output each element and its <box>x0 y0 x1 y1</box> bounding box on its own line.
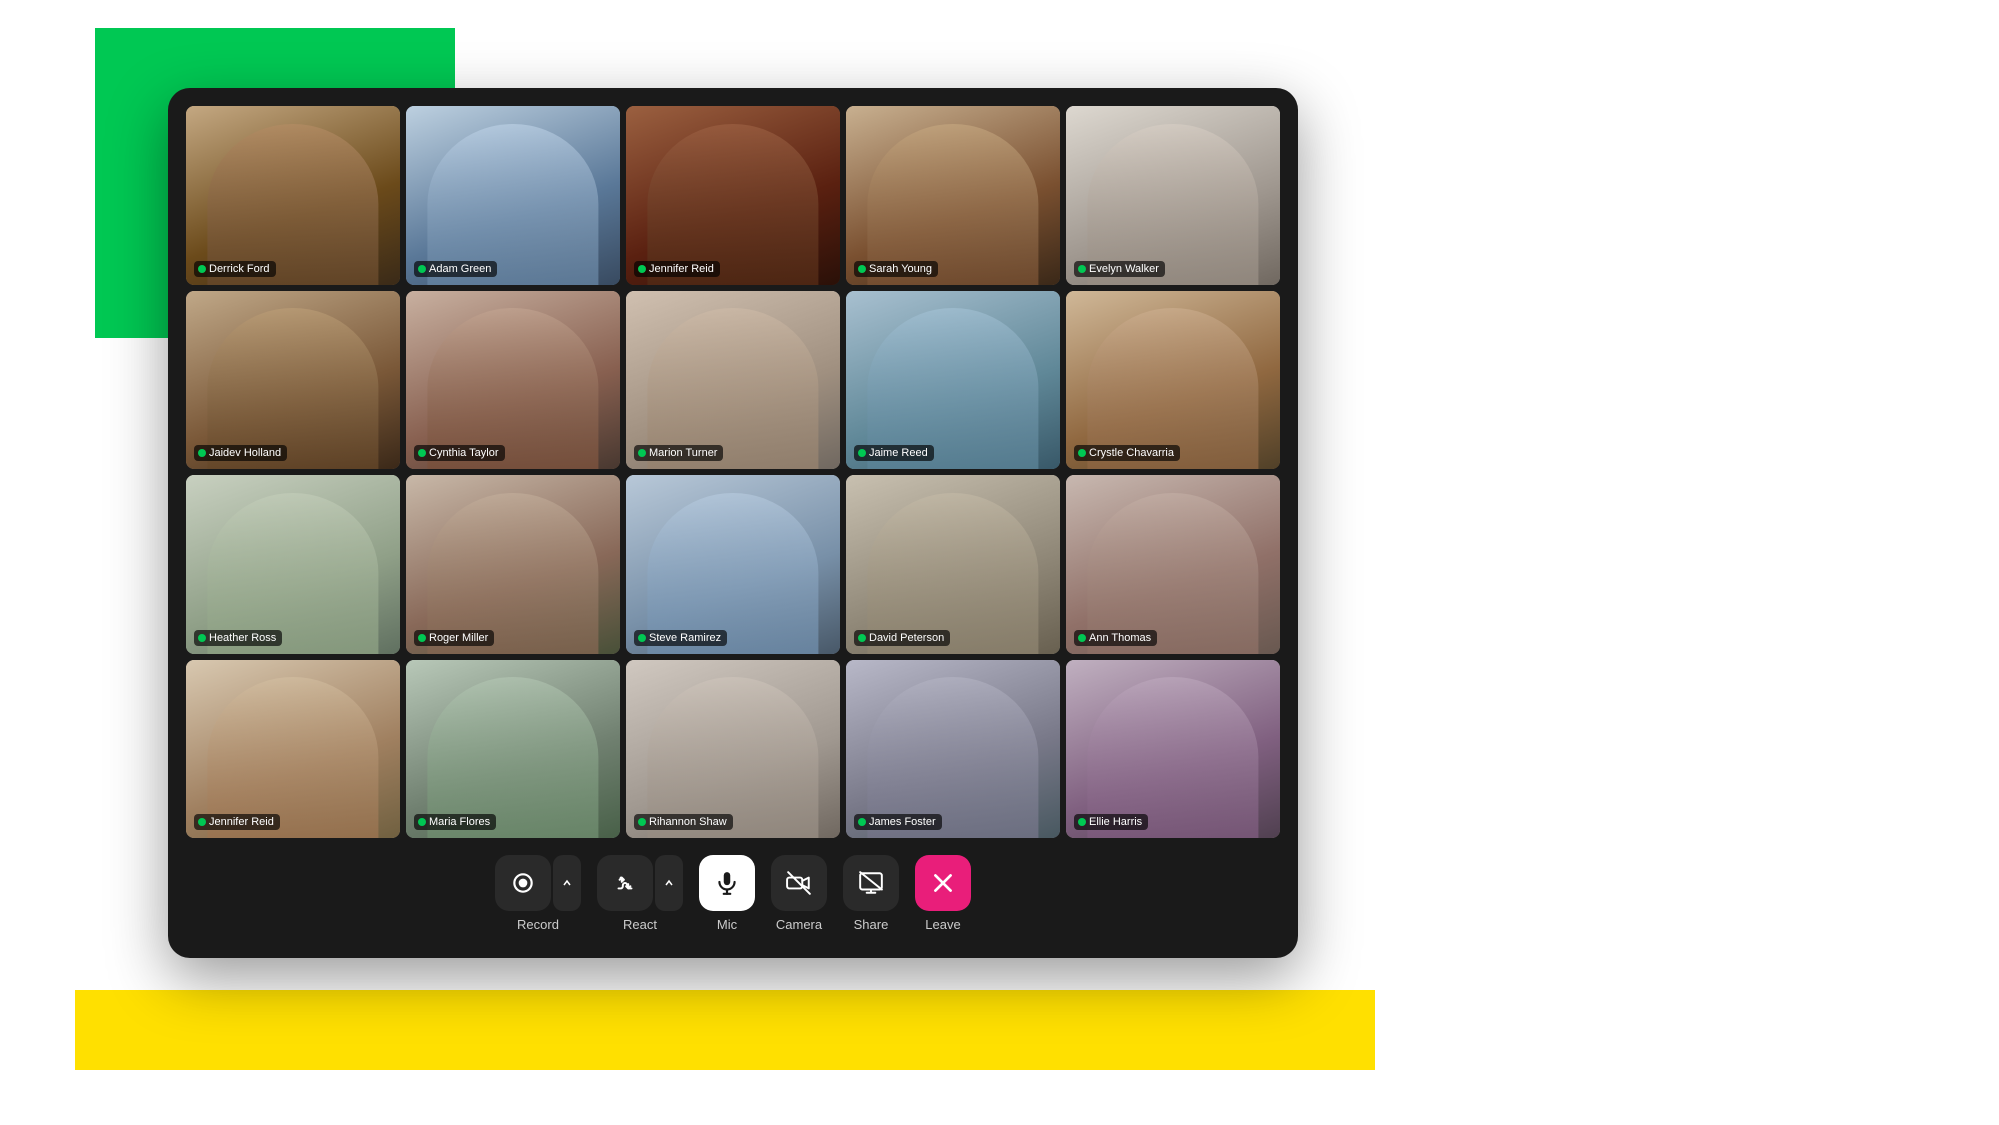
video-tile: Roger Miller <box>406 475 620 654</box>
video-tile: Derrick Ford <box>186 106 400 285</box>
video-tile: Crystle Chavarria <box>1066 291 1280 470</box>
video-tile: Rihannon Shaw <box>626 660 840 839</box>
mic-active-icon <box>638 634 646 642</box>
mic-active-icon <box>198 634 206 642</box>
video-tile: Jaidev Holland <box>186 291 400 470</box>
mic-active-icon <box>1078 818 1086 826</box>
participant-name-2: Adam Green <box>414 261 497 277</box>
mic-active-icon <box>1078 449 1086 457</box>
chevron-up-icon <box>562 878 572 888</box>
mic-active-icon <box>858 265 866 273</box>
participant-name-11: Heather Ross <box>194 630 282 646</box>
mic-active-icon <box>1078 265 1086 273</box>
controls-bar: Record React <box>186 838 1280 958</box>
participant-name-18: Rihannon Shaw <box>634 814 733 830</box>
participant-name-14: David Peterson <box>854 630 950 646</box>
video-tile: James Foster <box>846 660 1060 839</box>
video-tile: Sarah Young <box>846 106 1060 285</box>
leave-icon <box>930 870 956 896</box>
video-tile: David Peterson <box>846 475 1060 654</box>
share-label: Share <box>854 917 889 932</box>
mic-active-icon <box>638 818 646 826</box>
leave-label: Leave <box>925 917 960 932</box>
video-tile: Marion Turner <box>626 291 840 470</box>
mic-active-icon <box>198 818 206 826</box>
video-tile: Ellie Harris <box>1066 660 1280 839</box>
mic-active-icon <box>858 449 866 457</box>
video-tile: Jennifer Reid <box>626 106 840 285</box>
participant-name-7: Cynthia Taylor <box>414 445 505 461</box>
video-grid: Derrick Ford Adam Green Jennifer Reid <box>186 106 1280 838</box>
video-tile: Maria Flores <box>406 660 620 839</box>
participant-name-6: Jaidev Holland <box>194 445 287 461</box>
participant-name-1: Derrick Ford <box>194 261 276 277</box>
camera-button[interactable] <box>771 855 827 911</box>
video-tile: Adam Green <box>406 106 620 285</box>
mic-active-icon <box>418 449 426 457</box>
video-tile: Evelyn Walker <box>1066 106 1280 285</box>
participant-name-9: Jaime Reed <box>854 445 934 461</box>
react-label: React <box>623 917 657 932</box>
share-screen-icon <box>858 870 884 896</box>
participant-name-4: Sarah Young <box>854 261 938 277</box>
mic-active-icon <box>418 634 426 642</box>
share-control: Share <box>843 855 899 932</box>
participant-name-20: Ellie Harris <box>1074 814 1148 830</box>
mic-active-icon <box>418 818 426 826</box>
react-button[interactable] <box>597 855 653 911</box>
camera-label: Camera <box>776 917 822 932</box>
participant-name-10: Crystle Chavarria <box>1074 445 1180 461</box>
participant-name-17: Maria Flores <box>414 814 496 830</box>
react-control: React <box>597 855 683 932</box>
mic-active-icon <box>638 449 646 457</box>
video-tile: Jaime Reed <box>846 291 1060 470</box>
participant-name-3: Jennifer Reid <box>634 261 720 277</box>
camera-off-icon <box>786 870 812 896</box>
mic-active-icon <box>198 449 206 457</box>
chevron-up-icon <box>664 878 674 888</box>
video-tile: Steve Ramirez <box>626 475 840 654</box>
participant-name-16: Jennifer Reid <box>194 814 280 830</box>
participant-name-15: Ann Thomas <box>1074 630 1157 646</box>
video-tile: Heather Ross <box>186 475 400 654</box>
record-label: Record <box>517 917 559 932</box>
participant-name-19: James Foster <box>854 814 942 830</box>
record-control: Record <box>495 855 581 932</box>
mic-icon <box>714 870 740 896</box>
participant-name-5: Evelyn Walker <box>1074 261 1165 277</box>
video-call-device: Derrick Ford Adam Green Jennifer Reid <box>168 88 1298 958</box>
participant-name-13: Steve Ramirez <box>634 630 727 646</box>
record-chevron-button[interactable] <box>553 855 581 911</box>
participant-name-8: Marion Turner <box>634 445 723 461</box>
share-button[interactable] <box>843 855 899 911</box>
leave-control: Leave <box>915 855 971 932</box>
yellow-accent-shape <box>75 990 1375 1070</box>
record-icon <box>510 870 536 896</box>
react-chevron-button[interactable] <box>655 855 683 911</box>
video-tile: Jennifer Reid <box>186 660 400 839</box>
video-tile: Ann Thomas <box>1066 475 1280 654</box>
mic-active-icon <box>858 818 866 826</box>
react-icon <box>612 870 638 896</box>
mic-label: Mic <box>717 917 737 932</box>
mic-active-icon <box>198 265 206 273</box>
leave-button[interactable] <box>915 855 971 911</box>
mic-active-icon <box>1078 634 1086 642</box>
mic-active-icon <box>858 634 866 642</box>
mic-button[interactable] <box>699 855 755 911</box>
camera-control: Camera <box>771 855 827 932</box>
mic-active-icon <box>638 265 646 273</box>
participant-name-12: Roger Miller <box>414 630 494 646</box>
video-tile: Cynthia Taylor <box>406 291 620 470</box>
mic-control: Mic <box>699 855 755 932</box>
record-button[interactable] <box>495 855 551 911</box>
mic-active-icon <box>418 265 426 273</box>
